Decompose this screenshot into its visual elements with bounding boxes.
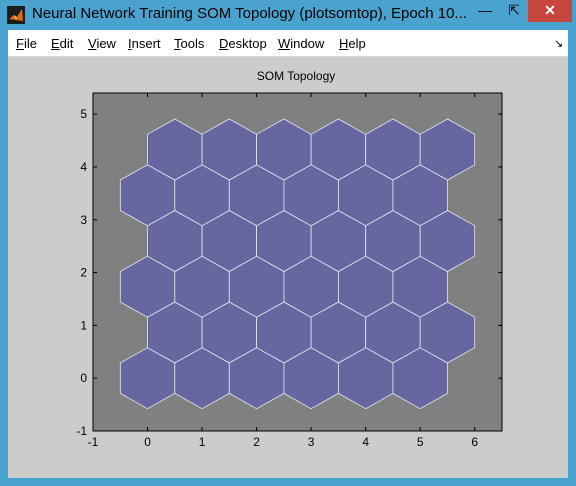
x-tick-label: 0 xyxy=(144,435,151,449)
y-tick-label: 0 xyxy=(80,371,87,385)
title-bar[interactable]: Neural Network Training SOM Topology (pl… xyxy=(0,0,576,30)
close-button[interactable]: ✕ xyxy=(528,0,572,22)
x-tick-label: -1 xyxy=(88,435,99,449)
restore-button[interactable]: ⇱ xyxy=(500,0,528,22)
x-tick-label: 6 xyxy=(471,435,478,449)
y-tick-label: 4 xyxy=(80,160,87,174)
som-topology-plot[interactable]: SOM Topology -1 0 1 2 3 4 5 6 -1 0 1 2 3 4 5 xyxy=(8,30,568,478)
window-title: Neural Network Training SOM Topology (pl… xyxy=(32,5,467,22)
minimize-button[interactable]: — xyxy=(470,0,500,22)
matlab-app-icon[interactable] xyxy=(7,6,25,24)
x-tick-label: 5 xyxy=(417,435,424,449)
x-tick-label: 2 xyxy=(253,435,260,449)
y-tick-label: 1 xyxy=(80,318,87,332)
chart-title: SOM Topology xyxy=(257,69,336,83)
figure-window: Neural Network Training SOM Topology (pl… xyxy=(0,0,576,486)
y-tick-label: 5 xyxy=(80,107,87,121)
y-tick-label: 3 xyxy=(80,213,87,227)
x-tick-label: 1 xyxy=(199,435,206,449)
neuron-layer xyxy=(119,118,476,410)
y-tick-label: -1 xyxy=(76,424,87,438)
y-tick-label: 2 xyxy=(80,266,87,280)
x-tick-label: 3 xyxy=(308,435,315,449)
figure-client-area: File Edit View Insert Tools Desktop Wind… xyxy=(8,30,568,478)
x-tick-label: 4 xyxy=(362,435,369,449)
